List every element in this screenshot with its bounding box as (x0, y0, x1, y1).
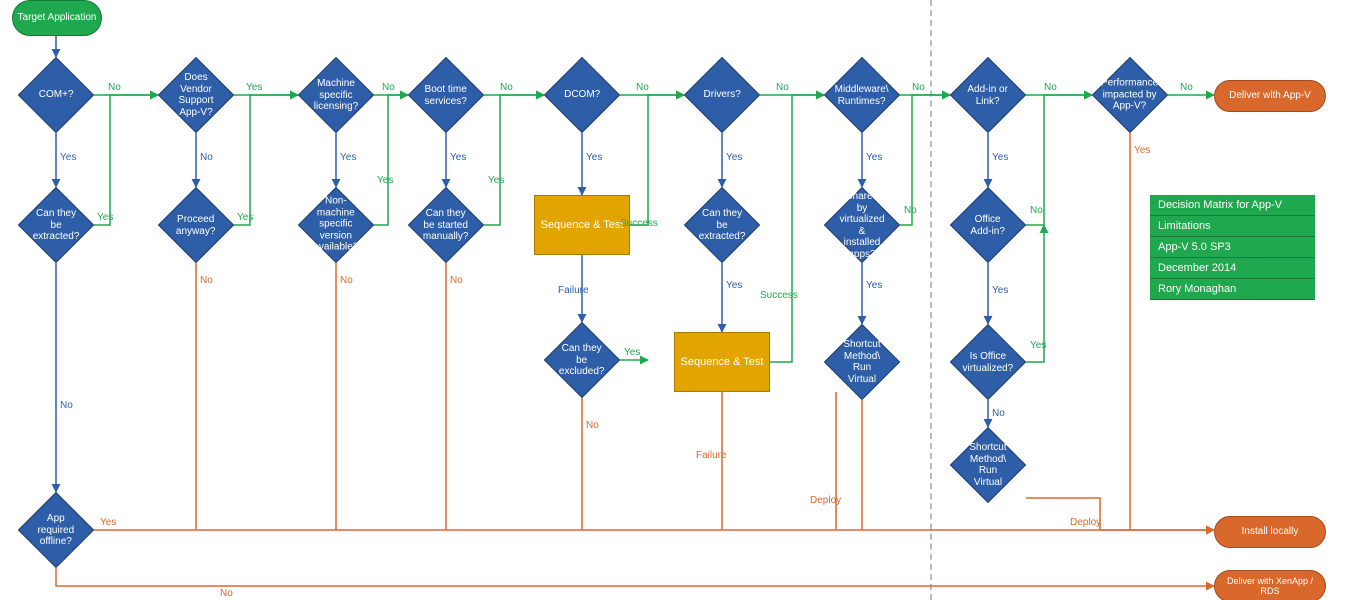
edge-label: Yes (100, 517, 116, 528)
edge-label: Yes (237, 212, 253, 223)
edge-label: Yes (726, 280, 742, 291)
edge-label: No (904, 205, 917, 216)
edge-label: Yes (992, 285, 1008, 296)
process-seq-test-1: Sequence & Test (534, 195, 630, 255)
legend-row: December 2014 (1150, 258, 1315, 279)
edge-label: No (340, 275, 353, 286)
edge-label: Yes (377, 175, 393, 186)
legend-row: Rory Monaghan (1150, 279, 1315, 300)
edge-label: No (776, 82, 789, 93)
edge-label: Deploy (1070, 517, 1101, 528)
edge-label: No (500, 82, 513, 93)
edge-label: No (1030, 205, 1043, 216)
edge-label: Yes (1134, 145, 1150, 156)
legend-row: Decision Matrix for App-V (1150, 195, 1315, 216)
edge-label: Yes (586, 152, 602, 163)
edge-label: Deploy (810, 495, 841, 506)
edge-label: No (1180, 82, 1193, 93)
edge-label: No (912, 82, 925, 93)
edge-label: Yes (726, 152, 742, 163)
terminator-start: Target Application (12, 0, 102, 36)
label: Target Application (18, 12, 97, 24)
edge-label: Yes (866, 280, 882, 291)
edge-label: Success (620, 218, 658, 229)
edge-label: No (992, 408, 1005, 419)
legend-row: App-V 5.0 SP3 (1150, 237, 1315, 258)
edge-label: Yes (992, 152, 1008, 163)
edge-label: Yes (624, 347, 640, 358)
edge-label: No (586, 420, 599, 431)
edge-label: No (382, 82, 395, 93)
edge-label: Yes (1030, 340, 1046, 351)
edge-label: Yes (450, 152, 466, 163)
edge-label: No (60, 400, 73, 411)
edge-label: Failure (558, 285, 589, 296)
process-seq-test-2: Sequence & Test (674, 332, 770, 392)
terminator-deliver-xenapp: Deliver with XenApp / RDS (1214, 570, 1326, 600)
edge-label: Yes (97, 212, 113, 223)
legend-box: Decision Matrix for App-V Limitations Ap… (1150, 195, 1315, 300)
edge-label: Yes (60, 152, 76, 163)
edge-label: Yes (340, 152, 356, 163)
edge-label: Yes (488, 175, 504, 186)
edge-label: Failure (696, 450, 727, 461)
terminator-install-locally: Install locally (1214, 516, 1326, 548)
edge-label: No (220, 588, 233, 599)
edge-label: No (200, 275, 213, 286)
edge-label: No (636, 82, 649, 93)
edge-label: Yes (866, 152, 882, 163)
edge-label: No (1044, 82, 1057, 93)
legend-row: Limitations (1150, 216, 1315, 237)
edge-label: Success (760, 290, 798, 301)
edge-label: No (200, 152, 213, 163)
edge-label: No (450, 275, 463, 286)
edge-label: No (108, 82, 121, 93)
terminator-deliver-appv: Deliver with App-V (1214, 80, 1326, 112)
edge-label: Yes (246, 82, 262, 93)
